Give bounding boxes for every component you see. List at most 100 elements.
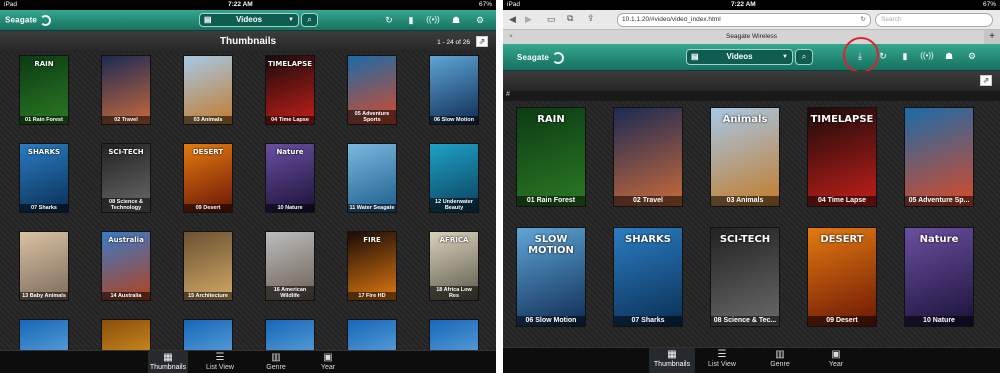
forward-icon[interactable]: ▶ bbox=[525, 14, 532, 25]
video-tile[interactable]: FIRE 17 Fire HD bbox=[347, 231, 397, 301]
video-tile[interactable] bbox=[265, 319, 315, 350]
new-tab-icon[interactable]: + bbox=[984, 30, 1000, 44]
video-thumbnail bbox=[905, 108, 973, 206]
video-label: 01 Rain Forest bbox=[517, 196, 585, 206]
wireless-icon[interactable]: ((•)) bbox=[919, 51, 935, 60]
search-button[interactable]: ⌕ bbox=[301, 13, 318, 27]
battery-label: 67% bbox=[478, 1, 492, 8]
video-tile[interactable]: DESERT 09 Desert bbox=[807, 227, 877, 327]
video-label: 05 Adventure Sp... bbox=[905, 196, 973, 206]
video-label: 01 Rain Forest bbox=[20, 115, 68, 124]
video-tile[interactable]: TIMELAPSE 04 Time Lapse bbox=[807, 107, 877, 207]
thumbnail-title-text: TIMELAPSE bbox=[810, 114, 874, 125]
wireless-icon[interactable]: ((•)) bbox=[426, 15, 440, 24]
video-label: 17 Fire HD bbox=[348, 291, 396, 300]
video-tile[interactable] bbox=[347, 319, 397, 350]
video-tile[interactable]: DESERT 09 Desert bbox=[183, 143, 233, 213]
share-icon: ⇗ bbox=[982, 76, 990, 85]
share-icon: ⇗ bbox=[478, 37, 486, 46]
reload-icon[interactable]: ↻ bbox=[861, 15, 866, 23]
tab-year[interactable]: ▣ Year bbox=[813, 348, 859, 373]
seagate-swirl-icon bbox=[39, 15, 51, 26]
video-thumbnail bbox=[20, 232, 68, 300]
video-tile[interactable]: SLOW MOTION 06 Slow Motion bbox=[516, 227, 586, 327]
video-label: 18 Africa Low Res bbox=[430, 285, 478, 300]
video-tile[interactable]: SHARKS 07 Sharks bbox=[613, 227, 683, 327]
browser-search-field[interactable]: Search bbox=[875, 13, 993, 27]
video-label: 04 Time Lapse bbox=[266, 115, 314, 124]
thumbnail-title-text: AFRICA bbox=[439, 236, 469, 244]
video-tile[interactable]: 05 Adventure Sports bbox=[347, 55, 397, 125]
tab-thumbnails[interactable]: ▦ Thumbnails bbox=[649, 348, 695, 373]
tabs-icon[interactable]: ⧉ bbox=[567, 13, 573, 24]
video-tile[interactable]: Nature 10 Nature bbox=[904, 227, 974, 327]
thumbnail-title-text: SHARKS bbox=[625, 234, 671, 245]
close-tab-icon[interactable]: × bbox=[509, 30, 513, 44]
video-tile[interactable]: 05 Adventure Sp... bbox=[904, 107, 974, 207]
tab-list-view[interactable]: ☰ List View bbox=[699, 348, 745, 373]
video-tile[interactable]: 03 Animals bbox=[183, 55, 233, 125]
tab-year[interactable]: ▣ Year bbox=[308, 351, 348, 373]
users-icon[interactable]: ☗ bbox=[450, 15, 462, 26]
video-tile[interactable] bbox=[429, 319, 479, 350]
video-label: 05 Adventure Sports bbox=[348, 109, 396, 124]
video-tile[interactable]: 11 Water Seagate bbox=[347, 143, 397, 213]
video-tile[interactable]: 15 Architecture bbox=[183, 231, 233, 301]
section-selector[interactable]: ▤ Videos ▼ bbox=[686, 49, 793, 65]
refresh-icon[interactable]: ↻ bbox=[383, 15, 395, 26]
seagate-logo: Seagate bbox=[5, 15, 51, 26]
video-label: 02 Travel bbox=[614, 196, 682, 206]
video-tile[interactable]: 12 Underwater Beauty bbox=[429, 143, 479, 213]
video-thumbnail bbox=[614, 108, 682, 206]
video-tile[interactable]: TIMELAPSE 04 Time Lapse bbox=[265, 55, 315, 125]
video-thumbnail bbox=[266, 320, 314, 350]
gear-icon[interactable]: ⚙ bbox=[474, 15, 486, 26]
video-tile[interactable]: 02 Travel bbox=[613, 107, 683, 207]
tab-genre[interactable]: ▥ Genre bbox=[256, 351, 296, 373]
tab-genre[interactable]: ▥ Genre bbox=[757, 348, 803, 373]
share-button[interactable]: ⇗ bbox=[980, 75, 992, 86]
video-icon: ▤ bbox=[691, 52, 699, 61]
video-tile[interactable]: 06 Slow Motion bbox=[429, 55, 479, 125]
tab-thumbnails[interactable]: ▦ Thumbnails bbox=[148, 351, 188, 373]
back-icon[interactable]: ◀ bbox=[509, 14, 516, 25]
video-tile[interactable]: 02 Travel bbox=[101, 55, 151, 125]
users-icon[interactable]: ☗ bbox=[943, 51, 955, 62]
ipad-app-screen: iPad 7:22 AM 67% Seagate ▤ Videos ▼ ⌕ ↻ … bbox=[0, 0, 496, 373]
video-tile[interactable]: SCI-TECH 08 Science & Tec... bbox=[710, 227, 780, 327]
thumbnail-title-text: TIMELAPSE bbox=[268, 60, 312, 68]
status-bar: iPad 7:22 AM 67% bbox=[503, 0, 1000, 10]
video-tile[interactable]: Animals 03 Animals bbox=[710, 107, 780, 207]
search-button[interactable]: ⌕ bbox=[795, 49, 813, 65]
tab-list-view[interactable]: ☰ List View bbox=[200, 351, 240, 373]
share-icon[interactable]: ⇪ bbox=[587, 13, 595, 24]
battery-icon[interactable]: ▮ bbox=[899, 51, 911, 62]
url-field[interactable]: 10.1.1.20/#video/video_index.html ↻ bbox=[617, 13, 871, 27]
video-tile[interactable]: Nature 10 Nature bbox=[265, 143, 315, 213]
battery-label: 67% bbox=[982, 1, 996, 8]
video-tile[interactable]: SHARKS 07 Sharks bbox=[19, 143, 69, 213]
app-toolbar: Seagate ▤ Videos ▼ ⌕ ⤓ ↻ ▮ ((•)) ☗ ⚙ bbox=[503, 44, 1000, 71]
video-tile[interactable]: RAIN 01 Rain Forest bbox=[19, 55, 69, 125]
video-tile[interactable]: 13 Baby Animals bbox=[19, 231, 69, 301]
video-tile[interactable] bbox=[183, 319, 233, 350]
thumbnail-title-text: Nature bbox=[919, 234, 959, 245]
share-button[interactable]: ⇗ bbox=[476, 36, 488, 47]
item-count: 1 - 24 of 26 bbox=[437, 39, 470, 46]
bookmarks-icon[interactable]: ▭ bbox=[547, 14, 556, 25]
calendar-icon: ▣ bbox=[323, 352, 333, 363]
video-tile[interactable] bbox=[101, 319, 151, 350]
video-tile[interactable]: RAIN 01 Rain Forest bbox=[516, 107, 586, 207]
video-tile[interactable] bbox=[19, 319, 69, 350]
section-selector[interactable]: ▤ Videos ▼ bbox=[199, 13, 299, 27]
video-tile[interactable]: SCI-TECH 08 Science & Technology bbox=[101, 143, 151, 213]
video-tile[interactable]: AFRICA 18 Africa Low Res bbox=[429, 231, 479, 301]
video-thumbnail bbox=[20, 320, 68, 350]
clock: 7:22 AM bbox=[228, 1, 253, 8]
gear-icon[interactable]: ⚙ bbox=[966, 51, 978, 62]
video-tile[interactable]: Australia 14 Australia bbox=[101, 231, 151, 301]
battery-icon[interactable]: ▮ bbox=[405, 15, 417, 26]
seagate-logo: Seagate bbox=[517, 52, 564, 64]
thumbnail-grid: RAIN 01 Rain Forest 02 Travel Animals 03 Ani… bbox=[503, 101, 1000, 347]
video-tile[interactable]: 16 American Wildlife bbox=[265, 231, 315, 301]
